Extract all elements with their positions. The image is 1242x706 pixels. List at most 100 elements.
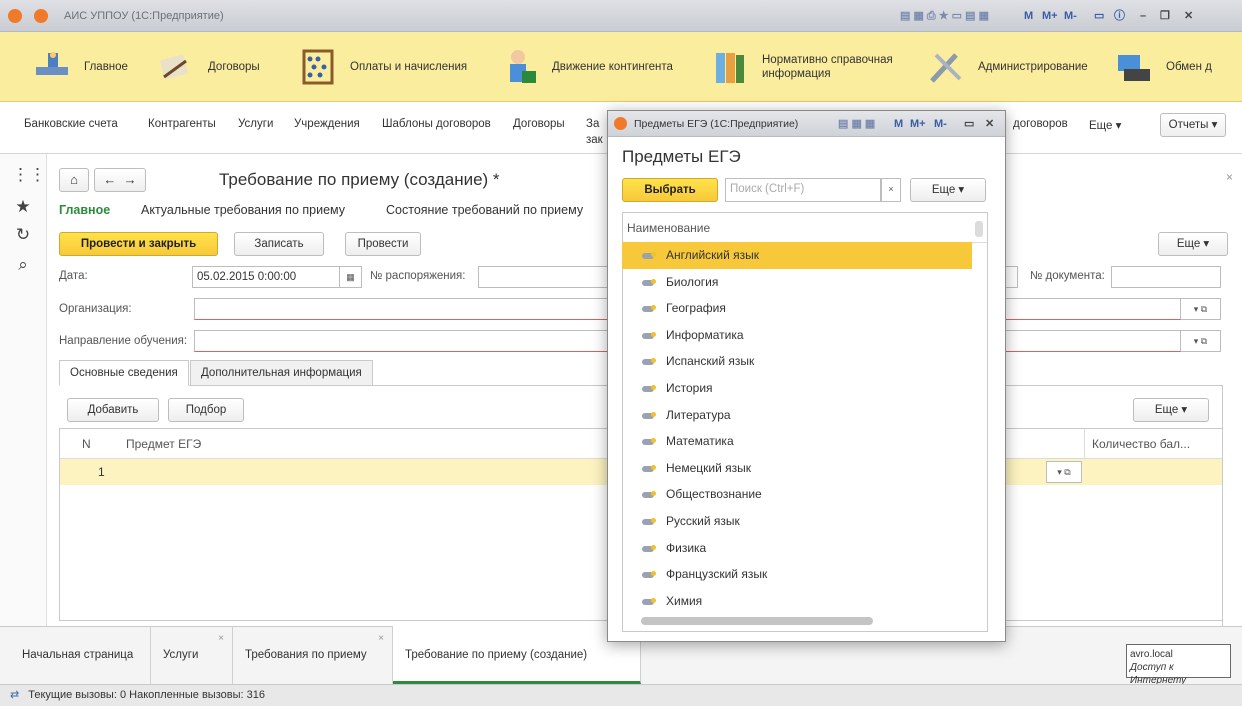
section-contracts[interactable]: Договоры <box>156 32 286 102</box>
cmd-contracts-tail[interactable]: договоров <box>1013 118 1068 130</box>
list-item[interactable]: Обществознание <box>622 481 972 508</box>
calendar-icon[interactable]: ▦ <box>340 266 362 288</box>
catalog-item-icon <box>642 464 656 472</box>
direction-select-icon[interactable]: ▾ ⧉ <box>1181 330 1221 352</box>
save-button[interactable]: Записать <box>234 232 324 256</box>
search-icon[interactable]: ⌕ <box>12 254 34 276</box>
add-row-button[interactable]: Добавить <box>67 398 159 422</box>
list-item[interactable]: Испанский язык <box>622 348 972 375</box>
vertical-scrollbar-thumb[interactable] <box>975 221 983 237</box>
nav-tab-actual[interactable]: Актуальные требования по приему <box>141 203 345 217</box>
toolbar-icons[interactable]: ▤ ▦ ⎙ ★ ▭ ▤ ▦ <box>900 8 989 24</box>
list-item[interactable]: Химия <box>622 588 972 615</box>
cmd-counterparties[interactable]: Контрагенты <box>148 118 216 130</box>
post-and-close-button[interactable]: Провести и закрыть <box>59 232 218 256</box>
window-tab-requirements[interactable]: Требования по приему × <box>233 626 393 684</box>
organization-field[interactable] <box>194 298 608 320</box>
list-item[interactable]: География <box>622 295 972 322</box>
list-item[interactable]: Английский язык <box>622 242 972 269</box>
section-payments[interactable]: Оплаты и начисления <box>298 32 498 102</box>
close-icon[interactable]: ✕ <box>1184 8 1193 24</box>
dialog-toolbar-icons[interactable]: ▤ ▦ ▦ <box>838 116 875 132</box>
memory-m-button[interactable]: M <box>1024 8 1033 24</box>
organization-field-tail[interactable] <box>1006 298 1181 320</box>
order-number-field[interactable] <box>478 266 608 288</box>
dialog-mplus-button[interactable]: M+ <box>910 116 926 132</box>
row-select-icon[interactable]: ▾ ⧉ <box>1046 461 1082 483</box>
minimize-icon[interactable]: – <box>1140 8 1146 24</box>
catalog-item-icon <box>642 518 656 525</box>
memory-plus-button[interactable]: M+ <box>1042 8 1058 24</box>
section-contingent[interactable]: Движение контингента <box>500 32 690 102</box>
cmd-services[interactable]: Услуги <box>238 118 273 130</box>
app-logo-icon[interactable] <box>8 9 22 23</box>
col-n[interactable]: N <box>82 437 91 451</box>
horizontal-scrollbar-thumb[interactable] <box>641 617 873 625</box>
home-button[interactable]: ⌂ <box>59 168 89 192</box>
cmd-more-dropdown[interactable]: Еще ▾ <box>1089 118 1121 132</box>
list-item[interactable]: Математика <box>622 428 972 455</box>
cmd-bank-accounts[interactable]: Банковские счета <box>24 118 118 130</box>
reports-button[interactable]: Отчеты ▾ <box>1160 113 1226 137</box>
tab-main-info[interactable]: Основные сведения <box>59 360 189 386</box>
list-item[interactable]: История <box>622 375 972 402</box>
cmd-truncated[interactable]: За <box>586 118 599 130</box>
list-item[interactable]: Русский язык <box>622 508 972 535</box>
pick-button[interactable]: Подбор <box>168 398 244 422</box>
favorites-star-icon[interactable]: ★ <box>12 196 34 218</box>
direction-field-tail[interactable] <box>1006 330 1181 352</box>
window-tab-start[interactable]: Начальная страница <box>10 626 151 684</box>
cmd-truncated-2[interactable]: зак <box>586 134 603 146</box>
list-item[interactable]: Немецкий язык <box>622 455 972 482</box>
window-icon[interactable]: ▭ <box>1094 8 1104 24</box>
list-item[interactable]: Информатика <box>622 322 972 349</box>
dialog-close-icon[interactable]: ✕ <box>985 116 994 132</box>
col-points[interactable]: Количество бал... <box>1092 437 1190 451</box>
close-tab-icon[interactable]: × <box>218 610 224 668</box>
col-subject[interactable]: Предмет ЕГЭ <box>126 437 201 451</box>
form-close-icon[interactable]: × <box>1226 170 1233 184</box>
cmd-contract-templates[interactable]: Шаблоны договоров <box>382 118 491 130</box>
main-menu-icon[interactable] <box>34 9 48 23</box>
info-icon[interactable]: ⓘ <box>1114 8 1125 24</box>
back-forward-buttons[interactable]: ← → <box>94 168 146 192</box>
section-exchange[interactable]: Обмен д <box>1114 32 1242 102</box>
close-tab-icon[interactable]: × <box>378 610 384 668</box>
doc-number-field[interactable] <box>1111 266 1221 288</box>
memory-minus-button[interactable]: M- <box>1064 8 1077 24</box>
select-button[interactable]: Выбрать <box>622 178 718 202</box>
dialog-m-button[interactable]: M <box>894 116 903 132</box>
cmd-institutions[interactable]: Учреждения <box>294 118 360 130</box>
cmd-contracts[interactable]: Договоры <box>513 118 565 130</box>
list-item[interactable]: Литература <box>622 402 972 429</box>
search-clear-icon[interactable]: × <box>881 178 901 202</box>
list-item[interactable]: Французский язык <box>622 561 972 588</box>
window-tab-current[interactable]: Требование по приему (создание) <box>393 626 641 684</box>
horizontal-scrollbar[interactable] <box>633 617 979 625</box>
nav-tab-main[interactable]: Главное <box>59 203 110 217</box>
window-tab-services[interactable]: Услуги × <box>151 626 233 684</box>
form-more-button[interactable]: Еще ▾ <box>1158 232 1228 256</box>
dialog-mminus-button[interactable]: M- <box>934 116 947 132</box>
grid-menu-icon[interactable]: ⋮⋮ <box>12 164 46 186</box>
section-reference[interactable]: Нормативно справочная информация <box>710 32 920 102</box>
history-icon[interactable]: ↻ <box>12 224 34 246</box>
dialog-maximize-icon[interactable]: ▭ <box>964 116 974 132</box>
dialog-search-input[interactable]: Поиск (Ctrl+F) <box>725 178 881 202</box>
grid-more-button[interactable]: Еще ▾ <box>1133 398 1209 422</box>
restore-icon[interactable]: ❐ <box>1160 8 1170 24</box>
section-main[interactable]: Главное <box>32 32 152 102</box>
organization-select-icon[interactable]: ▾ ⧉ <box>1181 298 1221 320</box>
list-item[interactable]: Физика <box>622 535 972 562</box>
dialog-more-button[interactable]: Еще ▾ <box>910 178 986 202</box>
nav-tab-state[interactable]: Состояние требований по приему <box>386 203 583 217</box>
col-name[interactable]: Наименование <box>627 221 710 235</box>
direction-field[interactable] <box>194 330 608 352</box>
tab-additional-info[interactable]: Дополнительная информация <box>190 360 373 386</box>
section-label: Движение контингента <box>552 61 673 73</box>
order-number-field-tail[interactable] <box>1006 266 1018 288</box>
list-item[interactable]: Биология <box>622 269 972 296</box>
section-admin[interactable]: Администрирование <box>926 32 1116 102</box>
post-button[interactable]: Провести <box>345 232 421 256</box>
date-field[interactable]: 05.02.2015 0:00:00 <box>192 266 340 288</box>
